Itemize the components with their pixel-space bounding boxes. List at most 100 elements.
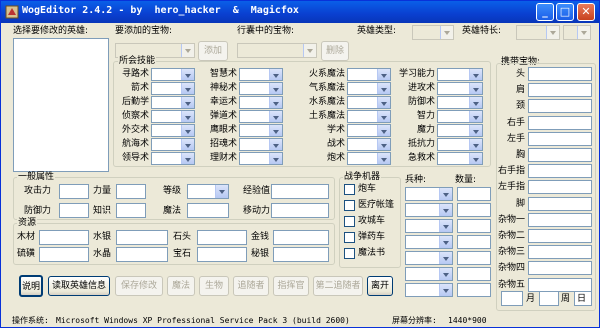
troop-select[interactable] — [405, 251, 453, 265]
carried-slot-field[interactable] — [528, 148, 592, 162]
troop-count-field[interactable] — [457, 187, 491, 201]
skill-level-select[interactable] — [239, 68, 283, 81]
experience-field[interactable] — [271, 184, 329, 199]
troop-select[interactable] — [405, 267, 453, 281]
skill-label: 抵抗力 — [407, 139, 435, 149]
level-select[interactable] — [187, 184, 229, 199]
pack-artifact-select[interactable] — [237, 43, 317, 58]
troop-select[interactable] — [405, 203, 453, 217]
mercury-field[interactable] — [116, 230, 168, 245]
title-bar[interactable]: WogEditor 2.4.2 - by hero_hacker & Magic… — [1, 1, 599, 23]
skill-level-select[interactable] — [437, 110, 483, 123]
troop-select[interactable] — [405, 235, 453, 249]
hero-specialty-select[interactable] — [516, 25, 560, 40]
help-button[interactable]: 说明 — [19, 275, 43, 297]
carried-slot-field[interactable] — [528, 164, 592, 179]
carried-slot-field[interactable] — [528, 196, 592, 211]
skill-level-select[interactable] — [437, 152, 483, 165]
carried-slot-field[interactable] — [528, 99, 592, 114]
hero-type-select[interactable] — [412, 25, 454, 40]
skill-level-select[interactable] — [151, 68, 195, 81]
hero-specialty-sub-select[interactable] — [563, 25, 591, 40]
skill-level-select[interactable] — [347, 82, 391, 95]
carried-slot-field[interactable] — [528, 229, 592, 243]
gold-field[interactable] — [273, 230, 329, 245]
skill-level-select[interactable] — [347, 152, 391, 165]
skill-level-select[interactable] — [437, 96, 483, 109]
month-field[interactable] — [501, 291, 523, 306]
minimize-button[interactable]: _ — [536, 3, 554, 21]
sulfur-field[interactable] — [39, 247, 89, 262]
knowledge-field[interactable] — [116, 203, 146, 218]
war-machine-checkbox[interactable] — [344, 248, 355, 259]
gems-field[interactable] — [197, 247, 247, 262]
mana-field[interactable] — [187, 203, 229, 218]
movement-field[interactable] — [271, 203, 329, 218]
week-field[interactable] — [539, 291, 559, 306]
carried-slot-field[interactable] — [528, 261, 592, 276]
close-button[interactable]: ✕ — [577, 3, 595, 21]
troop-count-field[interactable] — [457, 251, 491, 265]
wood-field[interactable] — [39, 230, 89, 245]
carried-slot-field[interactable] — [528, 212, 592, 227]
defense-field[interactable] — [59, 203, 89, 218]
creatures-button[interactable]: 生物 — [199, 276, 229, 296]
commander-button[interactable]: 指挥官 — [273, 276, 309, 296]
skill-level-select[interactable] — [151, 152, 195, 165]
skill-level-select[interactable] — [347, 138, 391, 151]
troop-select[interactable] — [405, 187, 453, 201]
mithril-field[interactable] — [273, 247, 329, 262]
war-machine-checkbox[interactable] — [344, 232, 355, 243]
magic-button[interactable]: 魔法 — [167, 276, 195, 296]
war-machine-checkbox[interactable] — [344, 184, 355, 195]
skill-level-select[interactable] — [151, 96, 195, 109]
troop-select[interactable] — [405, 283, 453, 297]
troop-count-field[interactable] — [457, 203, 491, 217]
carried-slot-field[interactable] — [528, 245, 592, 260]
carried-slot-field[interactable] — [528, 115, 592, 130]
skill-level-select[interactable] — [347, 124, 391, 137]
skill-level-select[interactable] — [437, 138, 483, 151]
maximize-button[interactable]: □ — [556, 3, 574, 21]
skill-level-select[interactable] — [437, 68, 483, 81]
skill-level-select[interactable] — [239, 124, 283, 137]
war-machine-checkbox[interactable] — [344, 216, 355, 227]
skill-level-select[interactable] — [151, 110, 195, 123]
carried-slot-field[interactable] — [528, 131, 592, 146]
power-field[interactable] — [116, 184, 146, 199]
skill-level-select[interactable] — [151, 82, 195, 95]
troop-select[interactable] — [405, 219, 453, 233]
carried-slot-field[interactable] — [528, 277, 592, 292]
skill-level-select[interactable] — [437, 124, 483, 137]
carried-slot-field[interactable] — [528, 83, 592, 98]
ore-field[interactable] — [197, 230, 247, 245]
second-chaser-button[interactable]: 第二追随者 — [313, 276, 363, 296]
carried-slot-field[interactable] — [528, 180, 592, 195]
skill-level-select[interactable] — [239, 152, 283, 165]
skill-level-select[interactable] — [347, 68, 391, 81]
skill-level-select[interactable] — [239, 96, 283, 109]
add-artifact-button[interactable]: 添加 — [198, 41, 228, 61]
skill-level-select[interactable] — [437, 82, 483, 95]
war-machine-checkbox[interactable] — [344, 200, 355, 211]
skill-level-select[interactable] — [239, 110, 283, 123]
chaser-button[interactable]: 追随者 — [233, 276, 269, 296]
skill-level-select[interactable] — [151, 138, 195, 151]
skill-level-select[interactable] — [239, 82, 283, 95]
save-button[interactable]: 保存修改 — [115, 276, 163, 296]
exit-button[interactable]: 离开 — [367, 276, 393, 296]
skill-level-select[interactable] — [239, 138, 283, 151]
skill-level-select[interactable] — [347, 110, 391, 123]
attack-field[interactable] — [59, 184, 89, 199]
carried-slot-field[interactable] — [528, 67, 592, 81]
troop-count-field[interactable] — [457, 283, 491, 297]
read-hero-button[interactable]: 读取英雄信息 — [48, 276, 110, 296]
troop-count-field[interactable] — [457, 267, 491, 281]
delete-artifact-button[interactable]: 删除 — [321, 41, 349, 61]
troop-count-field[interactable] — [457, 219, 491, 233]
skill-level-select[interactable] — [151, 124, 195, 137]
troop-count-field[interactable] — [457, 235, 491, 249]
skill-level-select[interactable] — [347, 96, 391, 109]
crystal-field[interactable] — [116, 247, 168, 262]
hero-list[interactable] — [13, 38, 109, 172]
